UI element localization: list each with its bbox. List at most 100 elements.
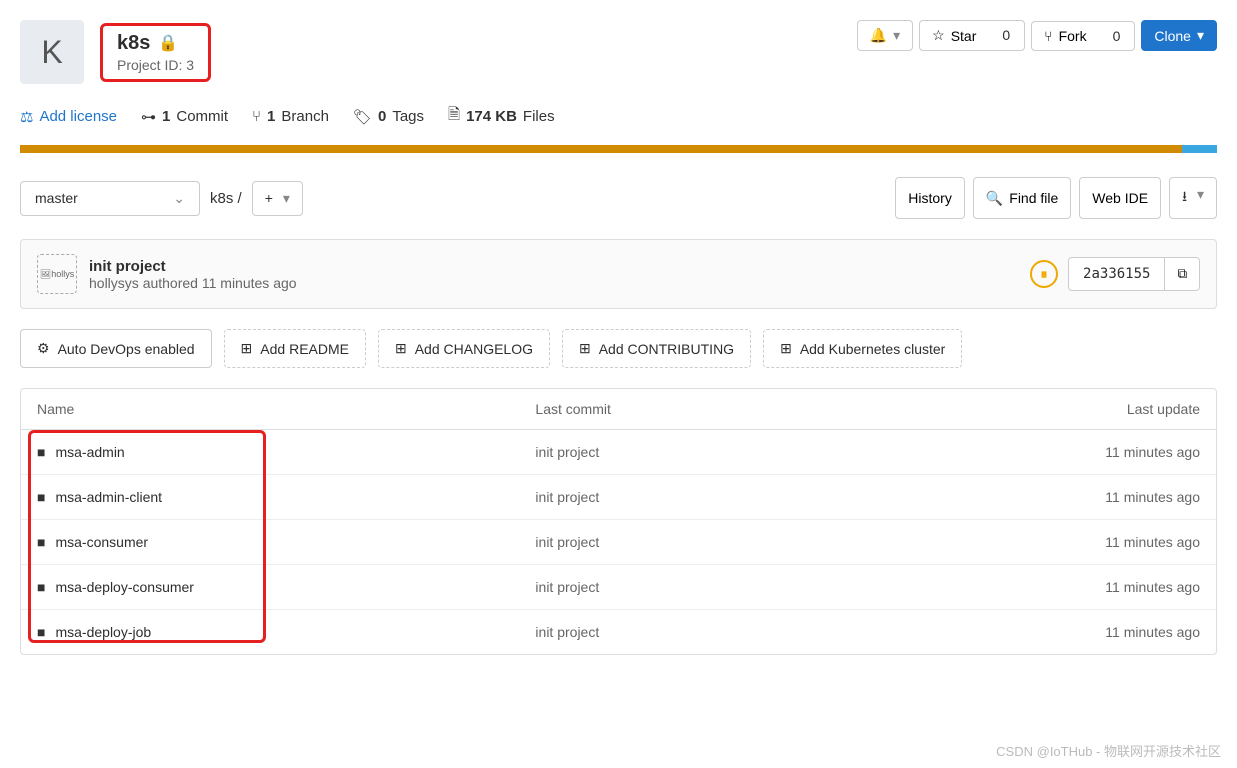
avatar-alt: hollys: [51, 269, 74, 279]
star-label: Star: [951, 28, 977, 44]
folder-icon: ■: [37, 624, 45, 640]
tags-count: 0: [378, 108, 386, 125]
plus-box-icon: ⊞: [241, 340, 253, 357]
auto-devops-button[interactable]: ⚙ Auto DevOps enabled: [20, 329, 212, 368]
copy-sha-button[interactable]: ⧉: [1165, 257, 1200, 291]
breadcrumb-root: k8s: [210, 190, 233, 207]
table-row[interactable]: ■msa-deploy-job init project 11 minutes …: [21, 610, 1216, 654]
add-changelog-button[interactable]: ⊞ Add CHANGELOG: [378, 329, 550, 368]
add-contributing-button[interactable]: ⊞ Add CONTRIBUTING: [562, 329, 751, 368]
fork-icon: ⑂: [1044, 28, 1052, 44]
file-name: msa-deploy-consumer: [55, 579, 194, 595]
folder-icon: ■: [37, 579, 45, 595]
row-commit: init project: [535, 489, 950, 505]
row-commit: init project: [535, 444, 950, 460]
devops-label: Auto DevOps enabled: [58, 341, 195, 357]
file-name: msa-admin-client: [55, 489, 162, 505]
plus-icon: +: [265, 190, 273, 207]
tag-icon: 🏷: [353, 108, 372, 126]
add-dropdown[interactable]: +▾: [252, 181, 303, 216]
header-name: Name: [37, 401, 535, 417]
size-label: Files: [523, 108, 555, 125]
download-dropdown[interactable]: ⭳▾: [1169, 177, 1217, 219]
fork-count: 0: [1099, 21, 1136, 51]
clone-button[interactable]: Clone ▾: [1141, 20, 1217, 51]
file-tree-table: Name Last commit Last update ■msa-admin …: [20, 388, 1217, 655]
row-commit: init project: [535, 579, 950, 595]
pipeline-status-pending-icon[interactable]: ⏸: [1030, 260, 1058, 288]
find-file-button[interactable]: 🔍 Find file: [973, 177, 1071, 219]
plus-box-icon: ⊞: [395, 340, 407, 357]
history-button[interactable]: History: [895, 177, 965, 219]
readme-label: Add README: [260, 341, 349, 357]
commit-sha[interactable]: 2a336155: [1068, 257, 1165, 291]
kubernetes-label: Add Kubernetes cluster: [800, 341, 946, 357]
search-icon: 🔍: [986, 190, 1003, 207]
stats-row: ⚖Add license ⊶1Commit ⑂1Branch 🏷0Tags 🗎1…: [20, 104, 1217, 129]
add-license-link[interactable]: ⚖ Add license: [20, 108, 117, 126]
project-info: K k8s 🔒 Project ID: 3: [20, 20, 211, 84]
fork-button[interactable]: ⑂ Fork: [1031, 21, 1099, 51]
chevron-down-icon: ▾: [893, 27, 900, 44]
branches-stat[interactable]: ⑂1Branch: [252, 108, 329, 125]
row-update: 11 minutes ago: [951, 579, 1200, 595]
commit-author: hollysys: [89, 275, 139, 291]
fork-label: Fork: [1059, 28, 1087, 44]
row-update: 11 minutes ago: [951, 534, 1200, 550]
commits-stat[interactable]: ⊶1Commit: [141, 108, 228, 126]
download-icon: ⭳: [1182, 186, 1187, 210]
branches-count: 1: [267, 108, 275, 125]
breadcrumb[interactable]: k8s /: [210, 190, 242, 207]
header-update: Last update: [951, 401, 1200, 417]
watermark: CSDN @IoTHub - 物联网开源技术社区: [996, 741, 1221, 760]
find-file-label: Find file: [1009, 190, 1058, 206]
folder-icon: ■: [37, 444, 45, 460]
table-row[interactable]: ■msa-admin init project 11 minutes ago: [21, 430, 1216, 475]
header-commit: Last commit: [535, 401, 950, 417]
file-name: msa-deploy-job: [55, 624, 151, 640]
changelog-label: Add CHANGELOG: [415, 341, 533, 357]
scale-icon: ⚖: [20, 108, 33, 126]
copy-icon: ⧉: [1177, 266, 1187, 281]
project-name: k8s: [117, 32, 150, 55]
add-readme-button[interactable]: ⊞ Add README: [224, 329, 366, 368]
gear-icon: ⚙: [37, 340, 50, 357]
row-update: 11 minutes ago: [951, 444, 1200, 460]
table-row[interactable]: ■ msa-admin-client init project 11 minute…: [21, 475, 1216, 520]
commit-icon: ⊶: [141, 108, 156, 126]
star-icon: ☆: [932, 27, 945, 44]
row-commit: init project: [535, 534, 950, 550]
branch-dropdown[interactable]: master ⌄: [20, 181, 200, 216]
web-ide-button[interactable]: Web IDE: [1079, 177, 1161, 219]
row-update: 11 minutes ago: [951, 489, 1200, 505]
commits-count: 1: [162, 108, 170, 125]
table-row[interactable]: ■ msa-consumer init project 11 minutes ag…: [21, 520, 1216, 565]
chevron-down-icon: ⌄: [173, 190, 185, 207]
table-row[interactable]: ■ msa-deploy-consumer init project 11 min…: [21, 565, 1216, 610]
star-count: 0: [988, 20, 1025, 51]
file-icon: 🗎: [448, 104, 460, 129]
tags-stat[interactable]: 🏷 0 Tags: [353, 108, 424, 126]
commit-message[interactable]: init project: [89, 258, 297, 275]
row-commit: init project: [535, 624, 950, 640]
folder-icon: ■: [37, 489, 45, 505]
file-name: msa-consumer: [55, 534, 148, 550]
authored-label: authored: [143, 275, 198, 291]
chevron-down-icon: ▾: [1197, 186, 1204, 210]
license-label: Add license: [39, 108, 117, 125]
star-button[interactable]: ☆ Star: [919, 20, 989, 51]
folder-icon: ■: [37, 534, 45, 550]
contributing-label: Add CONTRIBUTING: [599, 341, 734, 357]
language-bar: [20, 145, 1217, 153]
notify-button[interactable]: 🔔▾: [857, 20, 913, 51]
plus-box-icon: ⊞: [579, 340, 591, 357]
add-kubernetes-button[interactable]: ⊞Add Kubernetes cluster: [763, 329, 962, 368]
last-commit-box: 🖼hollys init project hollysys authored 1…: [20, 239, 1217, 309]
commit-avatar: 🖼hollys: [37, 254, 77, 294]
branches-label: Branch: [281, 108, 329, 125]
tags-label: Tags: [392, 108, 424, 125]
commit-meta: hollysys authored 11 minutes ago: [89, 275, 297, 291]
files-stat[interactable]: 🗎 174 KB Files: [448, 104, 555, 129]
size-value: 174 KB: [466, 108, 517, 125]
project-avatar: K: [20, 20, 84, 84]
